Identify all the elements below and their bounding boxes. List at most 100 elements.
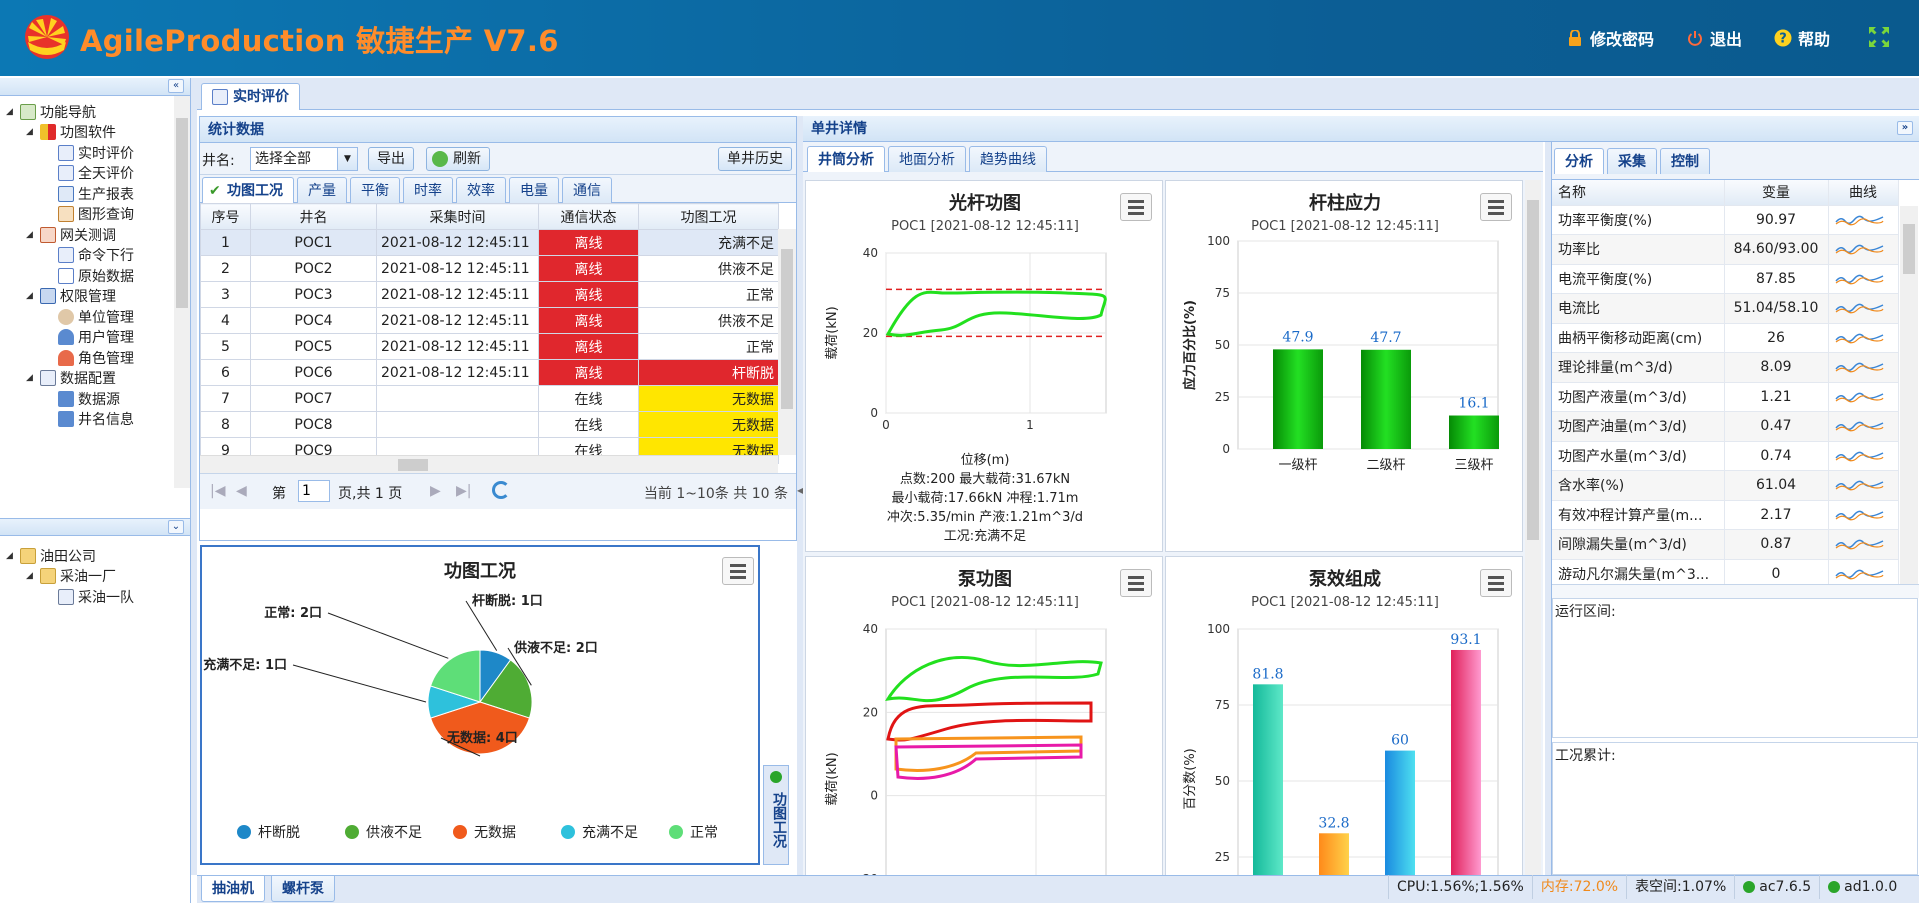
curve-cell[interactable] [1828,352,1899,383]
analysis-row[interactable]: 电流比 51.04/58.10 [1552,293,1899,324]
prev-page-icon[interactable]: ◀ [236,483,247,499]
export-button[interactable]: 导出 [368,147,414,171]
col-value[interactable]: 变量 [1724,180,1829,206]
curve-cell[interactable] [1828,559,1899,584]
tab-realtime[interactable]: 实时评价 [201,83,300,110]
sparkline-icon[interactable] [1834,418,1885,434]
charts-scrollbar[interactable] [1525,180,1541,875]
tab-workcondition[interactable]: ✔ 功图工况 [202,177,294,203]
collapse-org-icon[interactable]: ⌄ [168,520,184,534]
tree-group-0[interactable]: ◢ 功图软件 [26,122,116,142]
vscrollbar[interactable] [778,229,796,455]
table-row[interactable]: 6 POC6 2021-08-12 12:45:11 离线 杆断脱 [200,359,779,386]
curve-cell[interactable] [1828,234,1899,265]
tree-root[interactable]: ◢ 功能导航 [6,102,96,122]
table-row[interactable]: 1 POC1 2021-08-12 12:45:11 离线 充满不足 [200,229,779,256]
analysis-scroll-thumb[interactable] [1903,224,1915,274]
collapse-nav-icon[interactable]: « [168,79,184,93]
sparkline-icon[interactable] [1834,507,1885,523]
tree-item-report[interactable]: 生产报表 [58,184,134,204]
sparkline-icon[interactable] [1834,241,1885,257]
analysis-splitter[interactable] [1552,584,1919,598]
hscrollbar[interactable] [200,455,778,473]
col-condition[interactable]: 功图工况 [638,203,779,230]
tab-wellbore[interactable]: 井筒分析 [807,146,885,172]
tree-item-user[interactable]: 用户管理 [58,327,134,347]
tab-trend[interactable]: 趋势曲线 [969,146,1047,172]
table-row[interactable]: 7 POC7 在线 无数据 [200,385,779,412]
tab-collect[interactable]: 采集 [1607,148,1657,174]
table-row[interactable]: 3 POC3 2021-08-12 12:45:11 离线 正常 [200,281,779,308]
tree-item-query[interactable]: 图形查询 [58,204,134,224]
sparkline-icon[interactable] [1834,566,1885,582]
last-page-icon[interactable]: ▶| [456,483,471,499]
tab-power[interactable]: 电量 [509,177,559,203]
next-page-icon[interactable]: ▶ [430,483,441,499]
analysis-row[interactable]: 曲柄平衡移动距离(cm) 26 [1552,323,1899,353]
curve-cell[interactable] [1828,441,1899,471]
logout-button[interactable]: 退出 [1686,26,1742,50]
table-row[interactable]: 2 POC2 2021-08-12 12:45:11 离线 供液不足 [200,255,779,282]
org-factory[interactable]: ◢ 采油一厂 [26,566,116,586]
col-well[interactable]: 井名 [250,203,377,230]
first-page-icon[interactable]: |◀ [210,483,225,499]
help-button[interactable]: ? 帮助 [1774,26,1830,50]
tab-balance[interactable]: 平衡 [350,177,400,203]
refresh-button[interactable]: 刷新 [426,147,490,171]
tab-output[interactable]: 产量 [297,177,347,203]
scroll-thumb[interactable] [176,118,188,308]
tree-item-unit[interactable]: 单位管理 [58,307,134,327]
tree-item-allday[interactable]: 全天评价 [58,163,134,183]
analysis-scrollbar[interactable] [1900,206,1918,584]
left-splitter[interactable] [191,78,197,875]
col-comm[interactable]: 通信状态 [538,203,639,230]
table-row[interactable]: 4 POC4 2021-08-12 12:45:11 离线 供液不足 [200,307,779,334]
col-time[interactable]: 采集时间 [376,203,539,230]
analysis-row[interactable]: 功率平衡度(%) 90.97 [1552,205,1899,235]
dropdown-arrow-icon[interactable]: ▼ [337,148,357,170]
curve-cell[interactable] [1828,323,1899,353]
org-company[interactable]: ◢ 油田公司 [6,546,96,566]
nav-scrollbar[interactable] [174,96,190,488]
tree-group-3[interactable]: ◢ 数据配置 [26,368,116,388]
analysis-row[interactable]: 间隙漏失量(m^3/d) 0.87 [1552,529,1899,560]
tree-item-rawdata[interactable]: 原始数据 [58,266,134,286]
curve-cell[interactable] [1828,382,1899,412]
well-select[interactable]: 选择全部 ▼ [250,147,358,171]
curve-cell[interactable] [1828,470,1899,501]
curve-cell[interactable] [1828,529,1899,560]
tree-group-1[interactable]: ◢ 网关测调 [26,225,116,245]
expand-detail-icon[interactable]: » [1897,121,1913,135]
tab-efficiency[interactable]: 效率 [456,177,506,203]
curve-cell[interactable] [1828,264,1899,294]
table-row[interactable]: 5 POC5 2021-08-12 12:45:11 离线 正常 [200,333,779,360]
tree-item-role[interactable]: 角色管理 [58,348,134,368]
sparkline-icon[interactable] [1834,536,1885,552]
curve-cell[interactable] [1828,293,1899,324]
tree-item-wellinfo[interactable]: 井名信息 [58,409,134,429]
tab-pumpjack[interactable]: 抽油机 [201,876,265,902]
analysis-row[interactable]: 电流平衡度(%) 87.85 [1552,264,1899,294]
page-input[interactable] [298,480,330,502]
tree-item-realtime[interactable]: 实时评价 [58,143,134,163]
hscroll-thumb[interactable] [398,459,428,471]
tab-surface[interactable]: 地面分析 [888,146,966,172]
well-history-button[interactable]: 单井历史 [718,147,792,171]
analysis-row[interactable]: 功图产油量(m^3/d) 0.47 [1552,411,1899,442]
tab-comm[interactable]: 通信 [562,177,612,203]
analysis-row[interactable]: 含水率(%) 61.04 [1552,470,1899,501]
analysis-row[interactable]: 有效冲程计算产量(m... 2.17 [1552,500,1899,530]
sparkline-icon[interactable] [1834,271,1885,287]
change-password-button[interactable]: 修改密码 [1566,26,1654,50]
fullscreen-button[interactable] [1868,26,1890,48]
tree-item-datasource[interactable]: 数据源 [58,389,120,409]
sparkline-icon[interactable] [1834,212,1885,228]
sparkline-icon[interactable] [1834,300,1885,316]
sparkline-icon[interactable] [1834,359,1885,375]
analysis-row[interactable]: 功图产液量(m^3/d) 1.21 [1552,382,1899,412]
analysis-row[interactable]: 功图产水量(m^3/d) 0.74 [1552,441,1899,471]
sparkline-icon[interactable] [1834,330,1885,346]
vscroll-thumb[interactable] [781,249,793,409]
tab-analysis[interactable]: 分析 [1554,148,1604,174]
pie-side-tab[interactable]: 功图工况 [763,765,789,865]
